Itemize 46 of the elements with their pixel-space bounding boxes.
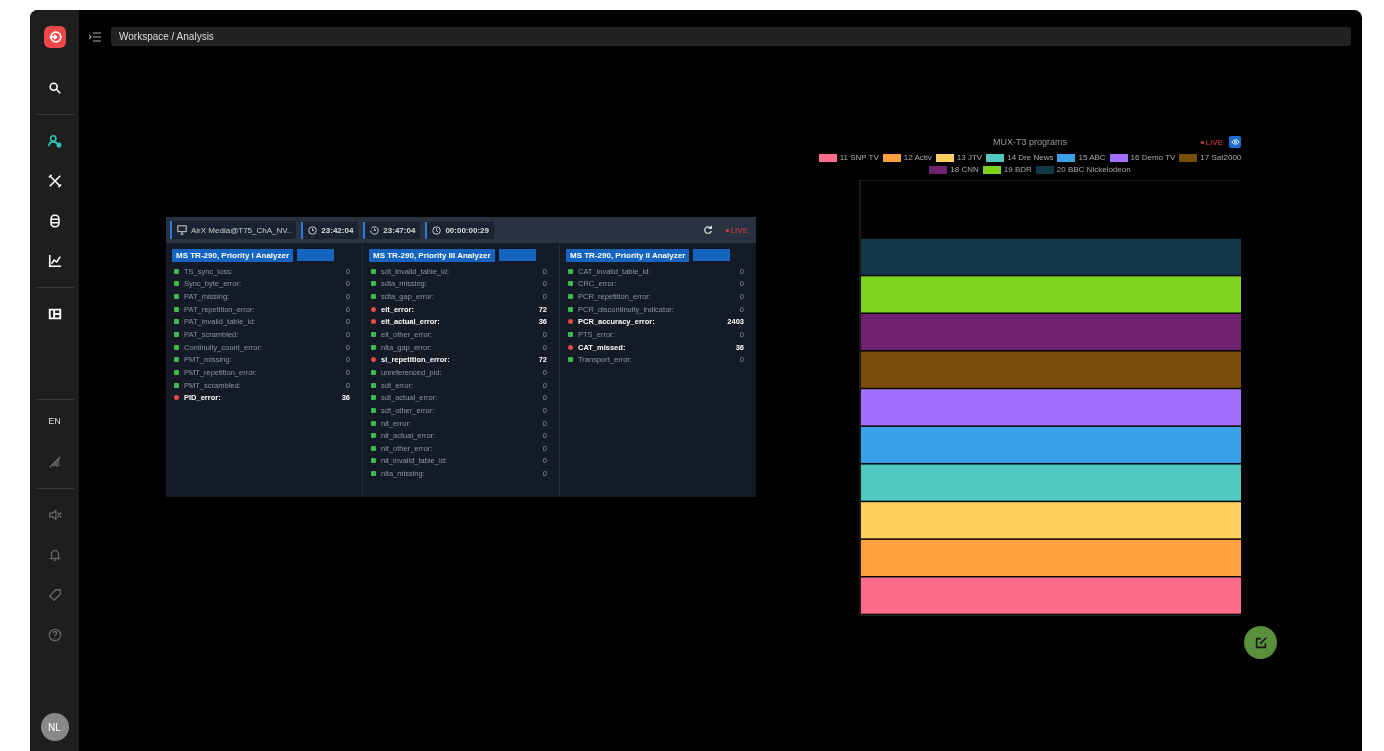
refresh-icon[interactable] [702, 225, 713, 235]
duration: 00:00:00:29 [445, 225, 489, 235]
edit-icon [1253, 635, 1268, 650]
language-button[interactable]: EN [46, 414, 63, 428]
analyzer-title: MS TR-290, Priority III Analyzer [369, 249, 495, 262]
legend-label[interactable]: 15 ABC [1078, 153, 1106, 162]
live-indicator: LIVE [1200, 137, 1223, 147]
legend-swatch[interactable] [818, 153, 837, 162]
legend-swatch[interactable] [1109, 153, 1128, 162]
edit-button[interactable] [1244, 626, 1277, 659]
analyzer-title: MS TR-290, Priority II Analyzer [566, 249, 690, 262]
legend-label[interactable]: 20 BBC Nickelodeon [1056, 165, 1131, 174]
breadcrumb: Workspace / Analysis [111, 27, 1351, 46]
legend-swatch[interactable] [1179, 153, 1198, 162]
end-time: 23:47:04 [383, 225, 416, 235]
filter-box[interactable] [693, 249, 731, 261]
filter-box[interactable] [498, 249, 536, 261]
legend-swatch[interactable] [929, 165, 948, 174]
legend-label[interactable]: 14 Dre News [1007, 153, 1054, 162]
live-indicator: LIVE [725, 225, 748, 235]
menu-icon[interactable] [89, 31, 101, 42]
legend-swatch[interactable] [982, 165, 1001, 174]
legend-label[interactable]: 11 SNP TV [839, 153, 879, 162]
timer-icon [432, 225, 442, 235]
clock-icon [308, 225, 318, 235]
analyzer-title: MS TR-290, Priority I Analyzer [172, 249, 294, 262]
clock-icon [370, 225, 380, 235]
monitor-icon [177, 225, 187, 235]
legend-swatch[interactable] [935, 153, 954, 162]
start-time: 23:42:04 [321, 225, 354, 235]
legend-swatch[interactable] [1057, 153, 1076, 162]
legend-swatch[interactable] [882, 153, 901, 162]
legend-label[interactable]: 16 Demo TV [1130, 153, 1176, 162]
legend-swatch[interactable] [1035, 165, 1054, 174]
eye-icon[interactable] [1229, 136, 1241, 148]
chart-title: MUX-T3 programs [993, 137, 1067, 147]
legend-label[interactable]: 17 Sat2000 [1200, 153, 1242, 162]
filter-box[interactable] [297, 249, 335, 261]
source-name: AirX Media@T75_ChA_NV.. [191, 225, 292, 235]
legend-label[interactable]: 19 BDR [1003, 165, 1032, 174]
logo-icon[interactable] [43, 26, 66, 48]
legend-label[interactable]: 13 JTV [956, 153, 983, 162]
legend-label[interactable]: 18 CNN [950, 165, 979, 174]
user-avatar[interactable]: NL [40, 713, 69, 741]
legend-swatch[interactable] [986, 153, 1005, 162]
legend-label[interactable]: 12 Activ [903, 153, 932, 162]
